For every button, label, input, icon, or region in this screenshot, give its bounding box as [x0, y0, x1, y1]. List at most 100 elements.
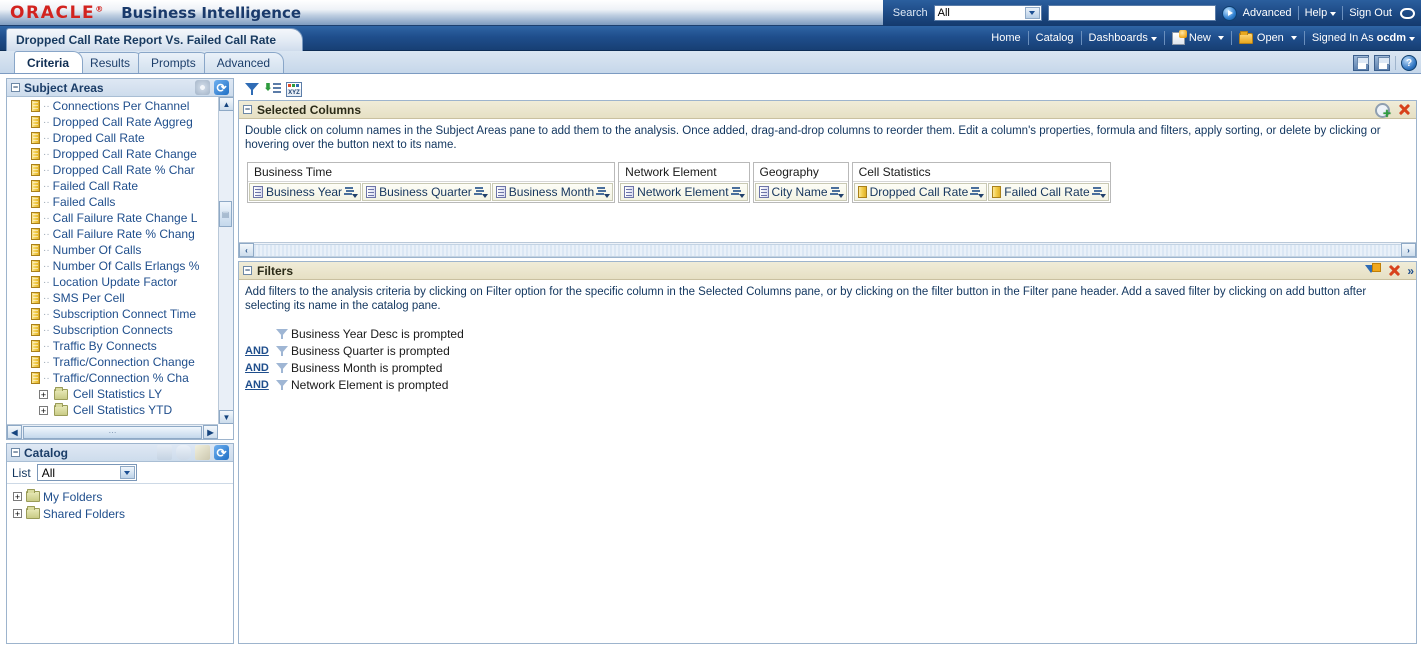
- catalog-folder[interactable]: +My Folders: [13, 488, 233, 505]
- expand-toggle[interactable]: +: [13, 509, 22, 518]
- subject-areas-vscrollbar[interactable]: ▲ ▤ ▼: [218, 97, 233, 424]
- sign-out-link[interactable]: Sign Out: [1349, 7, 1392, 19]
- subject-area-column[interactable]: ··Call Failure Rate Change L: [7, 210, 218, 226]
- subject-area-column[interactable]: ··Subscription Connect Time: [7, 306, 218, 322]
- nav-item-dashboards[interactable]: Dashboards: [1089, 32, 1157, 44]
- scroll-thumb[interactable]: ▤: [219, 201, 232, 227]
- subject-area-column[interactable]: ··Droped Call Rate: [7, 130, 218, 146]
- refresh-icon[interactable]: [214, 445, 229, 460]
- column-options-icon[interactable]: [831, 186, 844, 198]
- subject-area-column[interactable]: ··Call Failure Rate % Chang: [7, 226, 218, 242]
- selected-column-chip[interactable]: Business Quarter: [362, 183, 491, 201]
- column-options-icon[interactable]: [345, 186, 358, 198]
- subject-area-column[interactable]: ··Connections Per Channel: [7, 98, 218, 114]
- scroll-down-button[interactable]: ▼: [219, 410, 233, 424]
- column-options-icon[interactable]: [971, 186, 984, 198]
- subject-areas-hscrollbar[interactable]: ◀ ⋯ ▶: [7, 424, 218, 439]
- nav-item-home[interactable]: Home: [991, 32, 1020, 44]
- selected-column-chip[interactable]: Failed Call Rate: [988, 183, 1108, 201]
- chevron-down-icon[interactable]: [1025, 7, 1040, 19]
- signed-in-as-menu[interactable]: Signed In As ocdm: [1312, 32, 1415, 44]
- scroll-left-button[interactable]: ◀: [7, 425, 22, 439]
- column-options-icon[interactable]: [475, 186, 488, 198]
- nav-item-catalog[interactable]: Catalog: [1036, 32, 1074, 44]
- advanced-search-link[interactable]: Advanced: [1243, 7, 1292, 19]
- catalog-list-select[interactable]: All: [37, 464, 137, 481]
- filter-operator[interactable]: AND: [245, 379, 275, 391]
- add-icon[interactable]: [157, 445, 172, 460]
- search-input[interactable]: [1048, 5, 1216, 21]
- scroll-track[interactable]: [254, 244, 1401, 257]
- collapse-toggle[interactable]: −: [243, 266, 252, 275]
- delete-columns-icon[interactable]: [1396, 102, 1412, 117]
- scroll-right-button[interactable]: ▶: [203, 425, 218, 439]
- help-icon[interactable]: ?: [1401, 55, 1417, 71]
- nav-item-new[interactable]: New: [1172, 32, 1224, 45]
- filter-row[interactable]: ANDBusiness Quarter is prompted: [245, 343, 468, 360]
- subject-area-folder[interactable]: +Cell Statistics YTD: [7, 402, 218, 418]
- browse-icon[interactable]: [176, 445, 191, 460]
- selected-column-chip[interactable]: Dropped Call Rate: [854, 183, 988, 201]
- tab-prompts[interactable]: Prompts: [138, 52, 210, 73]
- search-go-button[interactable]: [1222, 6, 1237, 21]
- catalog-folder[interactable]: +Shared Folders: [13, 505, 233, 522]
- filter-row[interactable]: Business Year Desc is prompted: [245, 326, 468, 343]
- subject-area-column[interactable]: ··Dropped Call Rate Aggreg: [7, 114, 218, 130]
- selected-column-chip[interactable]: Business Month: [492, 183, 613, 201]
- subject-area-column[interactable]: ··Number Of Calls Erlangs %: [7, 258, 218, 274]
- save-as-icon[interactable]: [1374, 55, 1390, 71]
- save-icon[interactable]: [1353, 55, 1369, 71]
- subject-area-column[interactable]: ··Failed Calls: [7, 194, 218, 210]
- subject-area-column[interactable]: ··Failed Call Rate: [7, 178, 218, 194]
- filter-operator[interactable]: AND: [245, 362, 275, 374]
- scroll-left-button[interactable]: ‹: [239, 243, 254, 257]
- subject-area-column[interactable]: ··Dropped Call Rate Change: [7, 146, 218, 162]
- filter-row[interactable]: ANDBusiness Month is prompted: [245, 360, 468, 377]
- search-scope-select[interactable]: All: [934, 5, 1042, 21]
- chevron-down-icon[interactable]: [120, 466, 135, 479]
- expand-toggle[interactable]: +: [39, 390, 48, 399]
- selected-columns-hscrollbar[interactable]: ‹ ›: [239, 242, 1416, 257]
- edit-pencil-icon[interactable]: [195, 445, 210, 460]
- filter-operator[interactable]: AND: [245, 345, 275, 357]
- subject-area-folder[interactable]: +Cell Statistics LY: [7, 386, 218, 402]
- tab-results[interactable]: Results: [77, 52, 144, 73]
- expand-toggle[interactable]: +: [13, 492, 22, 501]
- report-title-tab[interactable]: Dropped Call Rate Report Vs. Failed Call…: [6, 28, 303, 51]
- subject-area-column[interactable]: ··Location Update Factor: [7, 274, 218, 290]
- help-menu[interactable]: Help: [1305, 7, 1337, 19]
- subject-area-column[interactable]: ··Traffic By Connects: [7, 338, 218, 354]
- selected-column-chip[interactable]: City Name: [755, 183, 847, 201]
- collapse-toggle[interactable]: −: [243, 105, 252, 114]
- add-column-icon[interactable]: [1375, 102, 1391, 117]
- subject-area-column[interactable]: ··SMS Per Cell: [7, 290, 218, 306]
- tab-criteria[interactable]: Criteria: [14, 51, 83, 73]
- scroll-up-button[interactable]: ▲: [219, 97, 233, 111]
- column-options-icon[interactable]: [732, 186, 745, 198]
- filter-icon[interactable]: [244, 81, 260, 97]
- tab-advanced[interactable]: Advanced: [204, 52, 284, 73]
- add-filter-icon[interactable]: [1365, 263, 1381, 279]
- filter-row[interactable]: ANDNetwork Element is prompted: [245, 377, 468, 394]
- nav-item-open[interactable]: Open: [1239, 32, 1297, 44]
- subject-area-column[interactable]: ··Dropped Call Rate % Char: [7, 162, 218, 178]
- subject-area-settings-icon[interactable]: [195, 80, 210, 95]
- collapse-toggle[interactable]: −: [11, 448, 20, 457]
- subject-area-column[interactable]: ··Number Of Calls: [7, 242, 218, 258]
- scroll-right-button[interactable]: ›: [1401, 243, 1416, 257]
- column-options-icon[interactable]: [1093, 186, 1106, 198]
- column-options-icon[interactable]: [597, 186, 610, 198]
- subject-area-column[interactable]: ··Traffic/Connection Change: [7, 354, 218, 370]
- refresh-icon[interactable]: [214, 80, 229, 95]
- selected-column-chip[interactable]: Business Year: [249, 183, 361, 201]
- subject-area-column[interactable]: ··Subscription Connects: [7, 322, 218, 338]
- expand-toggle[interactable]: +: [39, 406, 48, 415]
- xyz-format-icon[interactable]: XYZ: [286, 82, 302, 97]
- selected-column-chip[interactable]: Network Element: [620, 183, 747, 201]
- sort-icon[interactable]: [265, 81, 281, 97]
- more-options-icon[interactable]: »: [1407, 264, 1412, 278]
- scroll-thumb[interactable]: ⋯: [23, 426, 202, 439]
- delete-filters-icon[interactable]: [1386, 263, 1402, 278]
- collapse-toggle[interactable]: −: [11, 83, 20, 92]
- subject-area-column[interactable]: ··Traffic/Connection % Cha: [7, 370, 218, 386]
